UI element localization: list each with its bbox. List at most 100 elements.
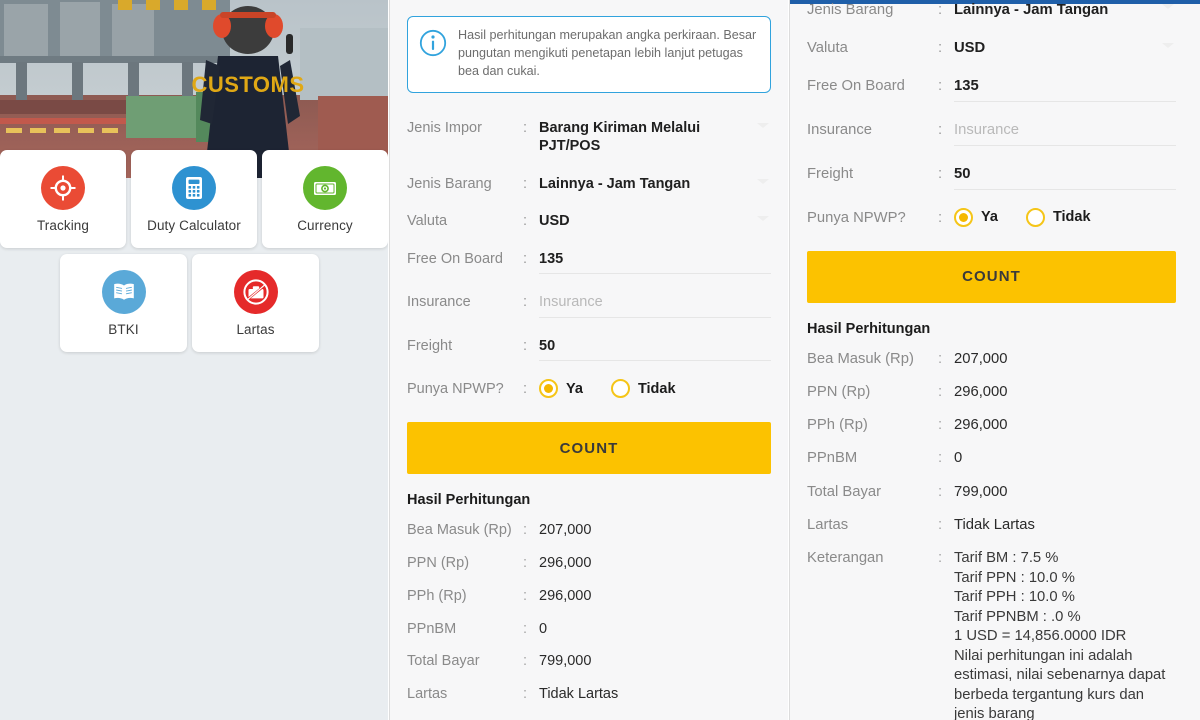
result-value: 799,000 [954,483,1008,500]
field-label: Free On Board [407,250,503,267]
result-label: Lartas [407,686,448,703]
result-row-lartas: Lartas : Tidak Lartas [807,509,1176,542]
field-colon: : [938,39,943,56]
freight-input[interactable]: 50 [539,336,771,362]
field-value: Lainnya - Jam Tangan [954,2,1109,18]
field-label: Insurance [407,294,471,311]
tile-lartas[interactable]: Lartas [192,254,319,352]
free-on-board-input[interactable]: 135 [539,249,771,275]
result-row-bea-masuk: Bea Masuk (Rp) : 207,000 [807,343,1176,376]
npwp-option-ya[interactable]: Ya [539,379,583,399]
field-label: Free On Board [807,77,905,94]
field-colon: : [523,175,528,192]
duty-calculator-panel: Hasil perhitungan merupakan angka perkir… [389,0,788,720]
result-row-pph: PPh (Rp) : 296,000 [807,409,1176,442]
result-label: Bea Masuk (Rp) [807,350,914,367]
field-value: Lainnya - Jam Tangan [539,175,691,192]
result-colon: : [938,483,943,500]
field-colon: : [523,213,528,230]
result-value: Tidak Lartas [954,516,1035,533]
tile-btki[interactable]: BTKI [60,254,187,352]
result-row-pph: PPh (Rp) : 296,000 [407,580,771,613]
result-colon: : [938,450,943,467]
field-colon: : [938,2,943,18]
chevron-down-icon[interactable] [757,178,769,184]
result-label: Keterangan [807,550,884,567]
result-label: Total Bayar [807,483,882,500]
field-jenis-barang[interactable]: Jenis Barang : Lainnya - Jam Tangan [407,165,771,203]
result-row-bea-masuk: Bea Masuk (Rp) : 207,000 [407,514,771,547]
tile-duty-calculator[interactable]: Duty Calculator [131,150,257,248]
field-free-on-board[interactable]: Free On Board : 135 [807,67,1176,111]
radio-selected-icon[interactable] [954,207,973,227]
field-insurance[interactable]: Insurance : Insurance [407,283,771,327]
freight-input[interactable]: 50 [954,164,1176,190]
result-value: 296,000 [539,587,592,604]
radio-label: Tidak [637,380,676,397]
keterangan-value: Tarif BM : 7.5 % Tarif PPN : 10.0 % Tari… [954,550,1166,720]
result-value: 207,000 [954,350,1008,367]
banknote-icon [303,165,347,210]
result-colon: : [523,686,528,703]
field-freight[interactable]: Freight : 50 [407,327,771,371]
result-row-lartas: Lartas : Tidak Lartas [407,678,771,711]
result-value: 296,000 [954,417,1008,434]
result-section-title: Hasil Perhitungan [807,320,931,337]
result-section-title: Hasil Perhitungan [407,492,531,508]
tile-label: Currency [297,217,353,233]
field-colon: : [523,119,528,136]
result-row-ppnbm: PPnBM : 0 [407,613,771,646]
field-insurance[interactable]: Insurance : Insurance [807,111,1176,155]
tile-label: Duty Calculator [147,217,241,233]
result-colon: : [523,653,528,670]
field-label: Punya NPWP? [807,209,906,226]
field-label: Valuta [807,39,848,56]
field-label: Jenis Barang [407,175,492,192]
chevron-down-icon[interactable] [757,216,769,222]
result-row-total-bayar: Total Bayar : 799,000 [807,476,1176,509]
result-row-ppn: PPN (Rp) : 296,000 [407,547,771,580]
radio-unselected-icon[interactable] [1025,207,1045,227]
field-label: Freight [807,165,854,182]
field-freight[interactable]: Freight : 50 [807,155,1176,199]
field-jenis-barang[interactable]: Jenis Barang : Lainnya - Jam Tangan [807,0,1176,29]
field-free-on-board[interactable]: Free On Board : 135 [407,240,771,284]
count-button[interactable]: COUNT [407,422,771,474]
free-on-board-input[interactable]: 135 [954,76,1176,102]
field-colon: : [523,250,528,267]
count-button[interactable]: COUNT [807,250,1176,303]
field-valuta[interactable]: Valuta : USD [407,202,771,240]
result-colon: : [938,417,943,434]
tile-tracking[interactable]: Tracking [0,150,126,248]
radio-unselected-icon[interactable] [610,379,630,399]
chevron-down-icon[interactable] [757,122,769,128]
result-value: 296,000 [539,554,592,571]
field-valuta[interactable]: Valuta : USD [807,29,1176,67]
field-colon: : [523,294,528,311]
result-value: 296,000 [954,383,1008,400]
home-panel: CUSTOMS Tracking Duty Calculator Currenc… [0,0,388,720]
tile-label: BTKI [108,321,139,337]
app-root: CUSTOMS Tracking Duty Calculator Currenc… [0,0,1200,720]
result-colon: : [938,516,943,533]
chevron-down-icon[interactable] [1162,4,1174,9]
tile-currency[interactable]: Currency [262,150,388,248]
field-colon: : [938,77,943,94]
open-book-icon [101,269,146,314]
field-jenis-impor[interactable]: Jenis Impor : Barang Kiriman Melalui PJT… [407,109,771,165]
insurance-input[interactable]: Insurance [954,120,1176,146]
insurance-input[interactable]: Insurance [539,292,771,318]
feature-tile-grid: Tracking Duty Calculator Currency BTKI L… [0,150,388,352]
radio-selected-icon[interactable] [539,379,558,399]
chevron-down-icon[interactable] [1162,42,1174,48]
radio-label: Ya [566,380,583,397]
result-label: Bea Masuk (Rp) [407,522,512,538]
npwp-option-ya[interactable]: Ya [954,207,998,227]
npwp-option-tidak[interactable]: Tidak [610,379,676,399]
result-value: Tidak Lartas [539,686,619,703]
target-crosshair-icon [41,165,85,210]
field-label: Insurance [807,121,872,138]
npwp-option-tidak[interactable]: Tidak [1025,207,1091,227]
result-label: PPnBM [407,620,457,637]
field-label: Jenis Barang [807,2,894,18]
